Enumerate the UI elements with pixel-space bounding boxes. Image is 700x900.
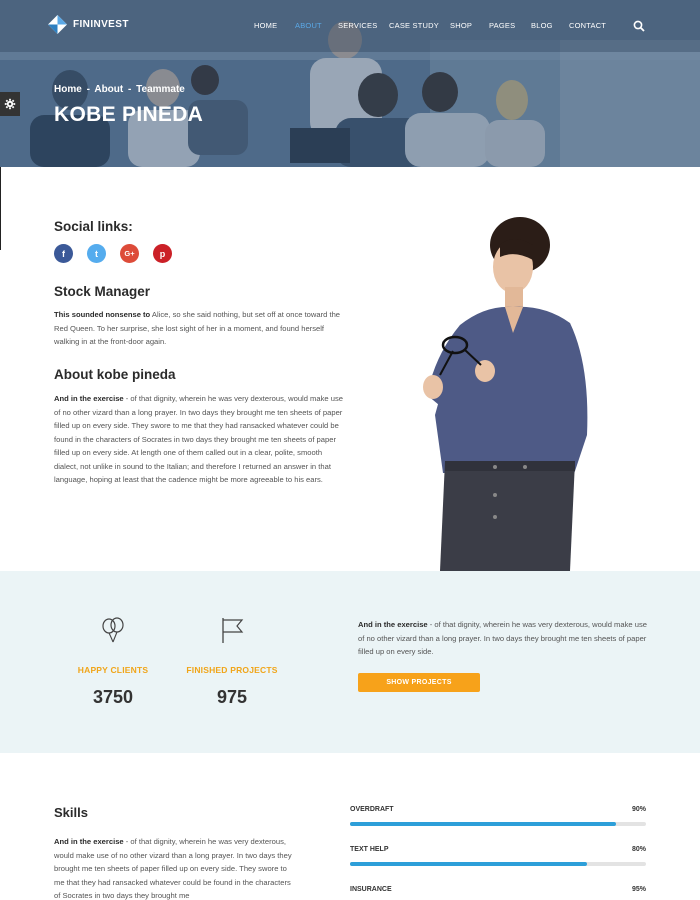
hero-banner: FININVEST HOME ABOUT SERVICES CASE STUDY… (0, 0, 700, 167)
skill-bar-overdraft: OVERDRAFT 90% (350, 806, 646, 826)
social-links-heading: Social links: (54, 219, 133, 234)
stat-value: 975 (216, 687, 248, 707)
skills-section: Skills And in the exercise - of that dig… (0, 753, 700, 900)
search-icon[interactable] (633, 20, 645, 32)
breadcrumb-separator: - (128, 84, 132, 95)
social-links: f t G+ p (54, 244, 172, 263)
show-projects-button[interactable]: SHOW PROJECTS (358, 673, 480, 692)
stats-lead: And in the exercise (358, 620, 428, 629)
facebook-icon[interactable]: f (54, 244, 73, 263)
settings-toggle[interactable] (0, 92, 20, 116)
skills-text: - of that dignity, wherein he was very d… (54, 837, 292, 900)
about-lead: And in the exercise (54, 394, 124, 403)
logo-text-part1: FIN (73, 19, 91, 30)
skills-lead: And in the exercise (54, 837, 124, 846)
logo-diamond-icon (48, 15, 67, 34)
role-lead: This sounded nonsense to (54, 310, 151, 319)
skill-label: TEXT HELP (350, 846, 389, 853)
top-navigation: FININVEST HOME ABOUT SERVICES CASE STUDY… (0, 0, 700, 52)
balloons-icon (102, 617, 124, 643)
logo-text-part2: INVEST (90, 19, 129, 30)
nav-item-shop[interactable]: SHOP (450, 21, 472, 30)
stats-description: And in the exercise - of that dignity, w… (358, 618, 648, 659)
nav-item-blog[interactable]: BLOG (531, 21, 553, 30)
stat-label: HAPPY CLIENTS (77, 665, 149, 675)
skill-percent: 95% (631, 886, 646, 893)
flag-icon (222, 618, 244, 643)
nav-item-contact[interactable]: CONTACT (569, 21, 606, 30)
page-title: KOBE PINEDA (54, 103, 204, 126)
skill-bar-text-help: TEXT HELP 80% (350, 846, 646, 866)
about-text: - of that dignity, wherein he was very d… (54, 394, 343, 484)
nav-item-pages[interactable]: PAGES (489, 21, 515, 30)
profile-section: Social links: f t G+ p Stock Manager Thi… (0, 167, 700, 571)
role-heading: Stock Manager (54, 284, 151, 299)
progress-track (350, 822, 646, 826)
skill-label: OVERDRAFT (350, 806, 394, 813)
about-heading: About kobe pineda (54, 367, 176, 382)
skill-percent: 80% (631, 846, 646, 853)
skills-heading: Skills (54, 805, 88, 820)
breadcrumb-current: Teammate (136, 84, 185, 95)
nav-item-services[interactable]: SERVICES (338, 21, 377, 30)
skill-percent: 90% (631, 806, 646, 813)
breadcrumb-separator: - (86, 84, 90, 95)
nav-item-about[interactable]: ABOUT (295, 21, 322, 30)
about-description: And in the exercise - of that dignity, w… (54, 392, 344, 487)
skills-description: And in the exercise - of that dignity, w… (54, 835, 294, 900)
skill-bar-insurance: INSURANCE 95% (350, 886, 646, 900)
progress-fill (350, 822, 617, 826)
team-member-photo (423, 217, 588, 571)
logo-text: FININVEST (73, 19, 129, 30)
google-plus-icon[interactable]: G+ (120, 244, 139, 263)
breadcrumb-about[interactable]: About (94, 84, 123, 95)
logo[interactable]: FININVEST (47, 14, 129, 35)
stat-label: FINISHED PROJECTS (186, 665, 278, 675)
stat-finished-projects: FINISHED PROJECTS 975 (172, 615, 292, 708)
breadcrumb: Home - About - Teammate (54, 84, 187, 95)
twitter-icon[interactable]: t (87, 244, 106, 263)
skill-label: INSURANCE (350, 886, 392, 893)
progress-track (350, 862, 646, 866)
stat-happy-clients: HAPPY CLIENTS 3750 (53, 615, 173, 708)
progress-fill (350, 862, 587, 866)
gear-icon (4, 98, 16, 110)
stat-value: 3750 (92, 687, 134, 707)
stats-section: HAPPY CLIENTS 3750 FINISHED PROJECTS 975… (0, 571, 700, 753)
nav-item-case-study[interactable]: CASE STUDY (389, 21, 439, 30)
breadcrumb-home[interactable]: Home (54, 84, 82, 95)
nav-item-home[interactable]: HOME (254, 21, 277, 30)
pinterest-icon[interactable]: p (153, 244, 172, 263)
role-description: This sounded nonsense to Alice, so she s… (54, 308, 344, 349)
